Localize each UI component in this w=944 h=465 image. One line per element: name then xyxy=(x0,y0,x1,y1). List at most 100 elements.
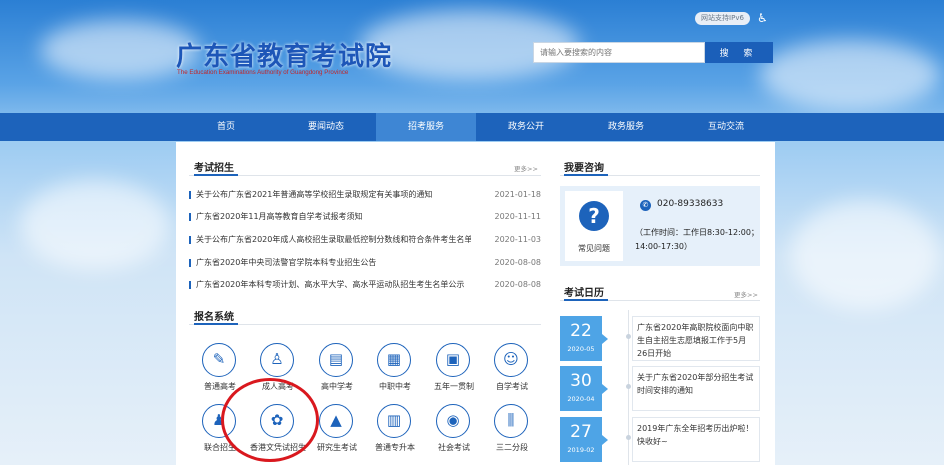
news-date: 2021-01-18 xyxy=(494,190,542,199)
system-high-school-exam[interactable]: ▤ 高中学考 xyxy=(307,343,367,399)
arrow-icon xyxy=(602,435,608,445)
search-button[interactable]: 搜 索 xyxy=(705,42,773,63)
system-label: 三二分段 xyxy=(496,443,528,452)
news-date: 2020-08-08 xyxy=(494,258,542,267)
section-underline xyxy=(564,299,608,301)
news-title[interactable]: 关于公布广东省2021年普通高等学校招生录取规定有关事项的通知 xyxy=(196,188,471,202)
system-vocational-exam[interactable]: ▦ 中职中考 xyxy=(365,343,425,399)
person-icon: ♙ xyxy=(260,343,294,377)
calendar-text[interactable]: 广东省2020年高职院校面向中职生自主招生志愿填报工作于5月26日开始 xyxy=(632,316,760,361)
news-date: 2020-08-08 xyxy=(494,280,542,289)
calendar-item[interactable]: 27 2019-02 2019年广东全年招考历出炉啦！快收好~ xyxy=(560,417,760,462)
nav-item-news[interactable]: 要闻动态 xyxy=(276,113,376,141)
timeline-dot xyxy=(626,384,631,389)
system-label: 自学考试 xyxy=(496,382,528,391)
document-icon: ▦ xyxy=(377,343,411,377)
news-title[interactable]: 广东省2020年11月高等教育自学考试报考须知 xyxy=(196,210,471,224)
news-title[interactable]: 关于公布广东省2020年成人高校招生录取最低控制分数线和符合条件考生名单的通知 xyxy=(196,233,471,247)
section-underline xyxy=(194,323,238,325)
nav-item-home[interactable]: 首页 xyxy=(176,113,276,141)
book-open-icon: ▥ xyxy=(377,404,411,438)
system-three-two[interactable]: ⫼ 三二分段 xyxy=(482,404,542,460)
faq-label: 常见问题 xyxy=(578,244,610,253)
search-input[interactable] xyxy=(533,42,705,63)
phone-number: 020-89338633 xyxy=(657,199,724,209)
book-icon: ▤ xyxy=(319,343,353,377)
highlight-circle xyxy=(221,378,319,462)
divider xyxy=(189,324,541,325)
list-item[interactable]: 广东省2020年本科专项计划、高水平大学、高水平运动队招生考生名单公示 2020… xyxy=(189,278,541,292)
arrow-icon xyxy=(602,384,608,394)
calendar-day: 27 xyxy=(570,422,592,442)
calendar-day: 22 xyxy=(570,321,592,341)
bullet xyxy=(189,281,191,289)
calendar-date: 30 2020-04 xyxy=(560,366,602,411)
news-title[interactable]: 广东省2020年中央司法警官学院本科专业招生公告 xyxy=(196,256,471,270)
list-item[interactable]: 关于公布广东省2021年普通高等学校招生录取规定有关事项的通知 2021-01-… xyxy=(189,188,541,202)
nav-item-exam-service[interactable]: 招考服务 xyxy=(376,113,476,141)
timeline-dot xyxy=(626,334,631,339)
calendar-item[interactable]: 30 2020-04 关于广东省2020年部分招生考试时间安排的通知 xyxy=(560,366,760,411)
news-date: 2020-11-11 xyxy=(494,212,542,221)
calendar-item[interactable]: 22 2020-05 广东省2020年高职院校面向中职生自主招生志愿填报工作于5… xyxy=(560,316,760,361)
calendar-text[interactable]: 2019年广东全年招考历出炉啦！快收好~ xyxy=(632,417,760,462)
calendar-month: 2020-04 xyxy=(567,395,595,403)
sliders-icon: ⫼ xyxy=(494,404,528,438)
bullet xyxy=(189,213,191,221)
main-nav: 首页 要闻动态 招考服务 政务公开 政务服务 互动交流 xyxy=(0,113,944,141)
system-social-exam[interactable]: ◉ 社会考试 xyxy=(424,404,484,460)
site-header: 广东省教育考试院 The Education Examinations Auth… xyxy=(0,0,944,112)
system-label: 研究生考试 xyxy=(317,443,357,452)
site-title[interactable]: 广东省教育考试院 xyxy=(176,36,392,73)
nav-item-gov-service[interactable]: 政务服务 xyxy=(576,113,676,141)
list-item[interactable]: 广东省2020年中央司法警官学院本科专业招生公告 2020-08-08 xyxy=(189,256,541,270)
bullet xyxy=(189,191,191,199)
more-link-exam-recruit[interactable]: 更多>> xyxy=(514,163,538,173)
section-underline xyxy=(564,174,608,176)
calendar-date: 22 2020-05 xyxy=(560,316,602,361)
list-item[interactable]: 广东省2020年11月高等教育自学考试报考须知 2020-11-11 xyxy=(189,210,541,224)
section-title-consult: 我要咨询 xyxy=(564,163,604,174)
news-date: 2020-11-03 xyxy=(494,235,542,244)
calendar-day: 30 xyxy=(570,371,592,391)
arrow-icon xyxy=(602,334,608,344)
student-icon: ☺ xyxy=(494,343,528,377)
cloud-decoration xyxy=(790,200,940,310)
work-hours: （工作时间：工作日8:30-12:00；14:00-17:30） xyxy=(635,228,759,251)
section-underline xyxy=(194,174,238,176)
calendar-month: 2020-05 xyxy=(567,345,595,353)
graduation-cap-icon: ▲ xyxy=(319,404,353,438)
briefcase-icon: ▣ xyxy=(436,343,470,377)
system-label: 高中学考 xyxy=(321,382,353,391)
ipv6-badge: 网站支持IPv6 xyxy=(695,12,750,25)
news-title[interactable]: 广东省2020年本科专项计划、高水平大学、高水平运动队招生考生名单公示 xyxy=(196,278,471,292)
list-item[interactable]: 关于公布广东省2020年成人高校招生录取最低控制分数线和符合条件考生名单的通知 … xyxy=(189,233,541,247)
system-label: 普通专升本 xyxy=(375,443,415,452)
timeline-dot xyxy=(626,435,631,440)
system-five-year[interactable]: ▣ 五年一贯制 xyxy=(424,343,484,399)
edit-doc-icon: ✎ xyxy=(202,343,236,377)
phone-icon: ✆ xyxy=(640,200,651,211)
faq-button[interactable]: ? 常见问题 xyxy=(565,191,623,261)
bullet xyxy=(189,259,191,267)
calendar-text[interactable]: 关于广东省2020年部分招生考试时间安排的通知 xyxy=(632,366,760,411)
system-label: 社会考试 xyxy=(438,443,470,452)
section-title-exam-recruit: 考试招生 xyxy=(194,163,234,174)
system-upgrade-bachelor[interactable]: ▥ 普通专升本 xyxy=(365,404,425,460)
cloud-decoration xyxy=(20,180,170,270)
system-self-study[interactable]: ☺ 自学考试 xyxy=(482,343,542,399)
question-icon: ? xyxy=(579,201,609,231)
divider xyxy=(189,175,541,176)
accessibility-icon[interactable]: ♿ xyxy=(757,11,769,25)
section-title-calendar: 考试日历 xyxy=(564,288,604,299)
calendar-month: 2019-02 xyxy=(567,446,595,454)
system-label: 中职中考 xyxy=(379,382,411,391)
more-link-calendar[interactable]: 更多>> xyxy=(734,289,758,299)
nav-item-interaction[interactable]: 互动交流 xyxy=(676,113,776,141)
nav-item-gov-open[interactable]: 政务公开 xyxy=(476,113,576,141)
bullet xyxy=(189,236,191,244)
location-icon: ◉ xyxy=(436,404,470,438)
section-title-systems: 报名系统 xyxy=(194,312,234,323)
site-subtitle: The Education Examinations Authority of … xyxy=(177,69,349,76)
system-label: 五年一贯制 xyxy=(434,382,474,391)
